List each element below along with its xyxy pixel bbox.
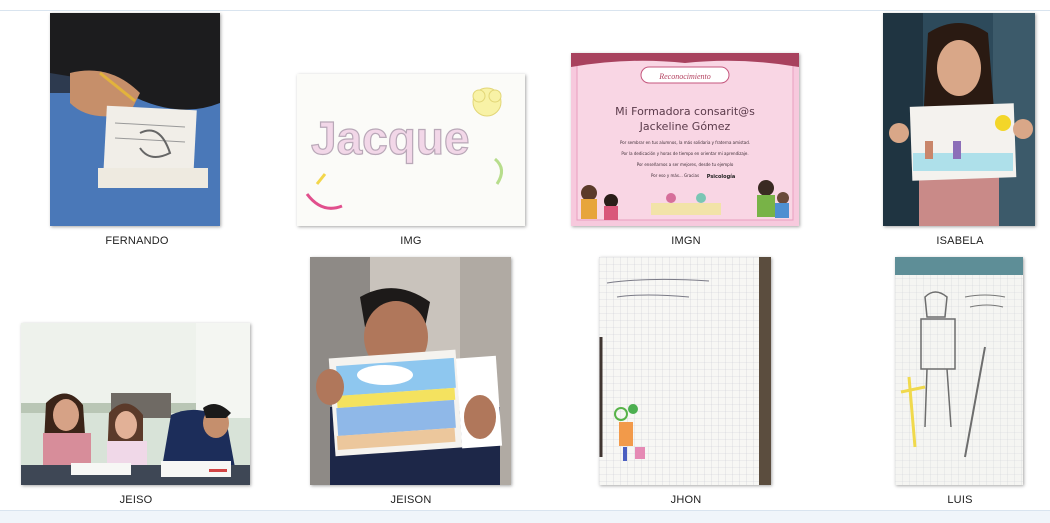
file-name-label: FERNANDO <box>105 235 169 247</box>
drawing-text: Jacque <box>311 112 470 164</box>
certificate-line-4: Por eso y más... Gracias <box>651 173 699 178</box>
file-name-label: IMG <box>400 235 422 247</box>
certificate-banner: Reconocimiento <box>658 72 711 81</box>
photo-thumbnail-icon <box>50 13 220 226</box>
photo-thumbnail-icon <box>895 257 1023 485</box>
file-name-label: IMGN <box>671 235 701 247</box>
status-bar <box>0 510 1050 523</box>
certificate-title-1: Mi Formadora consarit@s <box>615 105 755 118</box>
photo-thumbnail-icon: Reconocimiento Mi Formadora consarit@s J… <box>571 53 799 226</box>
photo-thumbnail-icon: Jacque <box>297 74 525 226</box>
photo-thumbnail-icon <box>21 323 250 485</box>
certificate-line-1: Por sembrar en tus alumnos, la más solid… <box>620 140 750 145</box>
file-name-label: JHON <box>670 494 702 506</box>
photo-thumbnail-icon <box>599 257 771 485</box>
file-name-label: ISABELA <box>936 235 984 247</box>
certificate-signature: Psicología <box>707 173 735 180</box>
file-name-label: LUIS <box>947 494 973 506</box>
photo-thumbnail-icon <box>883 13 1035 226</box>
certificate-line-2: Por la dedicación y horas de tiempo en o… <box>621 151 748 156</box>
certificate-title-2: Jackeline Gómez <box>639 120 731 133</box>
file-name-label: JEISON <box>390 494 432 506</box>
photo-thumbnail-icon <box>310 257 511 485</box>
top-separator <box>0 10 1050 11</box>
certificate-line-3: Por enseñarnos a ser mejores, desde tu e… <box>637 162 734 167</box>
file-name-label: JEISO <box>119 494 153 506</box>
file-explorer-window: FERNANDO Jacque IMG Reconocimiento Mi Fo… <box>0 0 1050 523</box>
